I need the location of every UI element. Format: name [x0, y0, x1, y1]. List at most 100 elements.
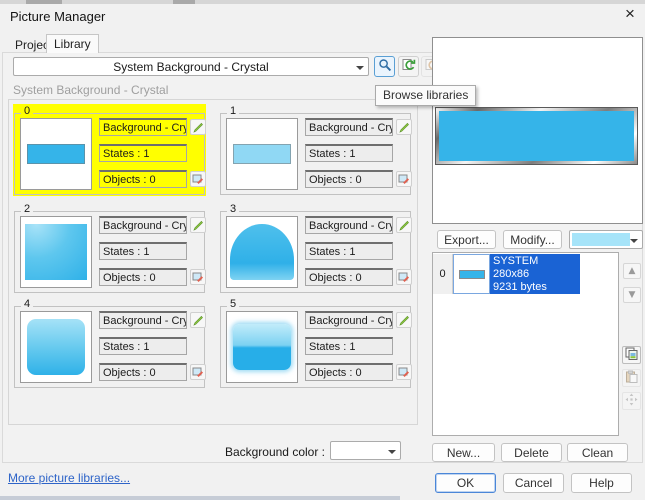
picture-name-field: Background - Cry... — [305, 216, 393, 234]
grid-item-4[interactable]: 4 Background - Cry... States : 1 Objects… — [13, 297, 206, 389]
grid-item-1[interactable]: 1 Background - Cry... States : 1 Objects… — [219, 104, 412, 196]
background-window-artifact — [173, 0, 195, 4]
picture-color-select[interactable] — [569, 230, 643, 249]
tooltip: Browse libraries — [375, 85, 476, 106]
move-up-button[interactable]: ▲ — [623, 263, 641, 279]
states-field: States : 1 — [99, 144, 187, 162]
copy-picture-button[interactable] — [622, 346, 641, 364]
background-window-artifact — [26, 0, 62, 4]
edit-objects-button[interactable] — [396, 171, 412, 187]
picture-name-field: Background - Cry... — [305, 311, 393, 329]
move-arrows-icon — [625, 393, 638, 409]
state-details: SYSTEM 280x86 9231 bytes — [490, 254, 580, 294]
picture-thumbnail[interactable] — [226, 118, 298, 190]
states-field: States : 1 — [305, 144, 393, 162]
state-list-item[interactable]: 0 SYSTEM 280x86 9231 bytes — [433, 254, 618, 294]
clean-button[interactable]: Clean — [567, 443, 628, 462]
grid-item-5[interactable]: 5 Background - Cry... States : 1 Objects… — [219, 297, 412, 389]
background-window-artifact — [0, 496, 400, 500]
edit-objects-button[interactable] — [190, 364, 206, 380]
picture-name-field: Background - Cry... — [305, 118, 393, 136]
grid-item-3[interactable]: 3 Background - Cry... States : 1 Objects… — [219, 202, 412, 294]
picture-thumbnail[interactable] — [226, 216, 298, 288]
edit-objects-button[interactable] — [190, 269, 206, 285]
chevron-down-icon — [356, 66, 364, 70]
states-field: States : 1 — [305, 242, 393, 260]
current-library-label: System Background - Crystal — [13, 83, 168, 97]
state-list[interactable]: 0 SYSTEM 280x86 9231 bytes — [432, 252, 619, 436]
edit-name-button[interactable] — [190, 119, 206, 135]
background-shape — [230, 224, 294, 280]
picture-thumbnail[interactable] — [226, 311, 298, 383]
background-color-label: Background color : — [210, 445, 325, 459]
help-button[interactable]: Help — [571, 473, 632, 493]
grid-item-2[interactable]: 2 Background - Cry... States : 1 Objects… — [13, 202, 206, 294]
background-shape — [25, 224, 87, 280]
edit-objects-button[interactable] — [190, 171, 206, 187]
picture-thumbnail[interactable] — [20, 216, 92, 288]
states-field: States : 1 — [99, 242, 187, 260]
export-button[interactable]: Export... — [437, 230, 496, 249]
grid-item-index: 5 — [227, 298, 239, 310]
paste-icon-button[interactable] — [622, 369, 641, 387]
browse-libraries-button[interactable] — [374, 56, 395, 77]
modify-button[interactable]: Modify... — [503, 230, 562, 249]
new-button[interactable]: New... — [432, 443, 495, 462]
import-library-button[interactable] — [398, 56, 419, 77]
library-refresh-icon — [401, 58, 416, 76]
more-picture-libraries-link[interactable]: More picture libraries... — [8, 471, 130, 485]
picture-thumbnail[interactable] — [20, 118, 92, 190]
picture-grid: 0 Background - Cry... States : 1 Objects… — [8, 99, 418, 425]
background-color-select[interactable] — [330, 441, 401, 460]
states-field: States : 1 — [305, 337, 393, 355]
grid-item-index: 4 — [21, 298, 33, 310]
move-icon-button[interactable] — [622, 392, 641, 410]
background-shape — [27, 319, 85, 375]
chevron-down-icon — [388, 450, 396, 454]
picture-thumbnail[interactable] — [20, 311, 92, 383]
objects-field: Objects : 0 — [305, 170, 393, 188]
objects-field: Objects : 0 — [99, 363, 187, 381]
picture-manager-dialog: Picture Manager × Project Library System… — [0, 0, 645, 500]
states-field: States : 1 — [99, 337, 187, 355]
background-shape — [233, 324, 291, 370]
grid-item-0[interactable]: 0 Background - Cry... States : 1 Objects… — [13, 104, 206, 196]
tab-library[interactable]: Library — [46, 34, 99, 53]
preview-metallic-frame — [435, 107, 638, 165]
preview-image — [439, 111, 634, 161]
grid-item-index: 1 — [227, 105, 239, 117]
grid-item-index: 3 — [227, 203, 239, 215]
state-size: 9231 bytes — [493, 281, 577, 294]
background-shape — [27, 144, 85, 164]
state-title: SYSTEM 280x86 — [493, 255, 577, 281]
edit-name-button[interactable] — [190, 312, 206, 328]
paste-icon — [625, 370, 638, 386]
edit-name-button[interactable] — [396, 312, 412, 328]
grid-item-index: 0 — [21, 105, 33, 117]
library-select-value: System Background - Crystal — [113, 60, 268, 74]
delete-button[interactable]: Delete — [501, 443, 562, 462]
objects-field: Objects : 0 — [305, 363, 393, 381]
background-window-artifact — [0, 0, 645, 4]
chevron-down-icon — [630, 239, 638, 243]
state-index: 0 — [433, 254, 453, 294]
edit-name-button[interactable] — [396, 119, 412, 135]
library-select[interactable]: System Background - Crystal — [13, 57, 369, 76]
state-thumbnail — [453, 254, 490, 294]
edit-objects-button[interactable] — [396, 364, 412, 380]
edit-name-button[interactable] — [190, 217, 206, 233]
color-swatch — [572, 233, 630, 246]
cancel-button[interactable]: Cancel — [503, 473, 564, 493]
close-icon[interactable]: × — [618, 3, 642, 25]
edit-name-button[interactable] — [396, 217, 412, 233]
move-down-button[interactable]: ▼ — [623, 287, 641, 303]
background-shape — [233, 144, 291, 164]
picture-preview-pane — [432, 37, 643, 224]
ok-button[interactable]: OK — [435, 473, 496, 493]
copy-icon — [625, 347, 638, 363]
objects-field: Objects : 0 — [99, 268, 187, 286]
grid-item-index: 2 — [21, 203, 33, 215]
edit-objects-button[interactable] — [396, 269, 412, 285]
picture-name-field: Background - Cry... — [99, 118, 187, 136]
magnifier-icon — [378, 58, 392, 75]
